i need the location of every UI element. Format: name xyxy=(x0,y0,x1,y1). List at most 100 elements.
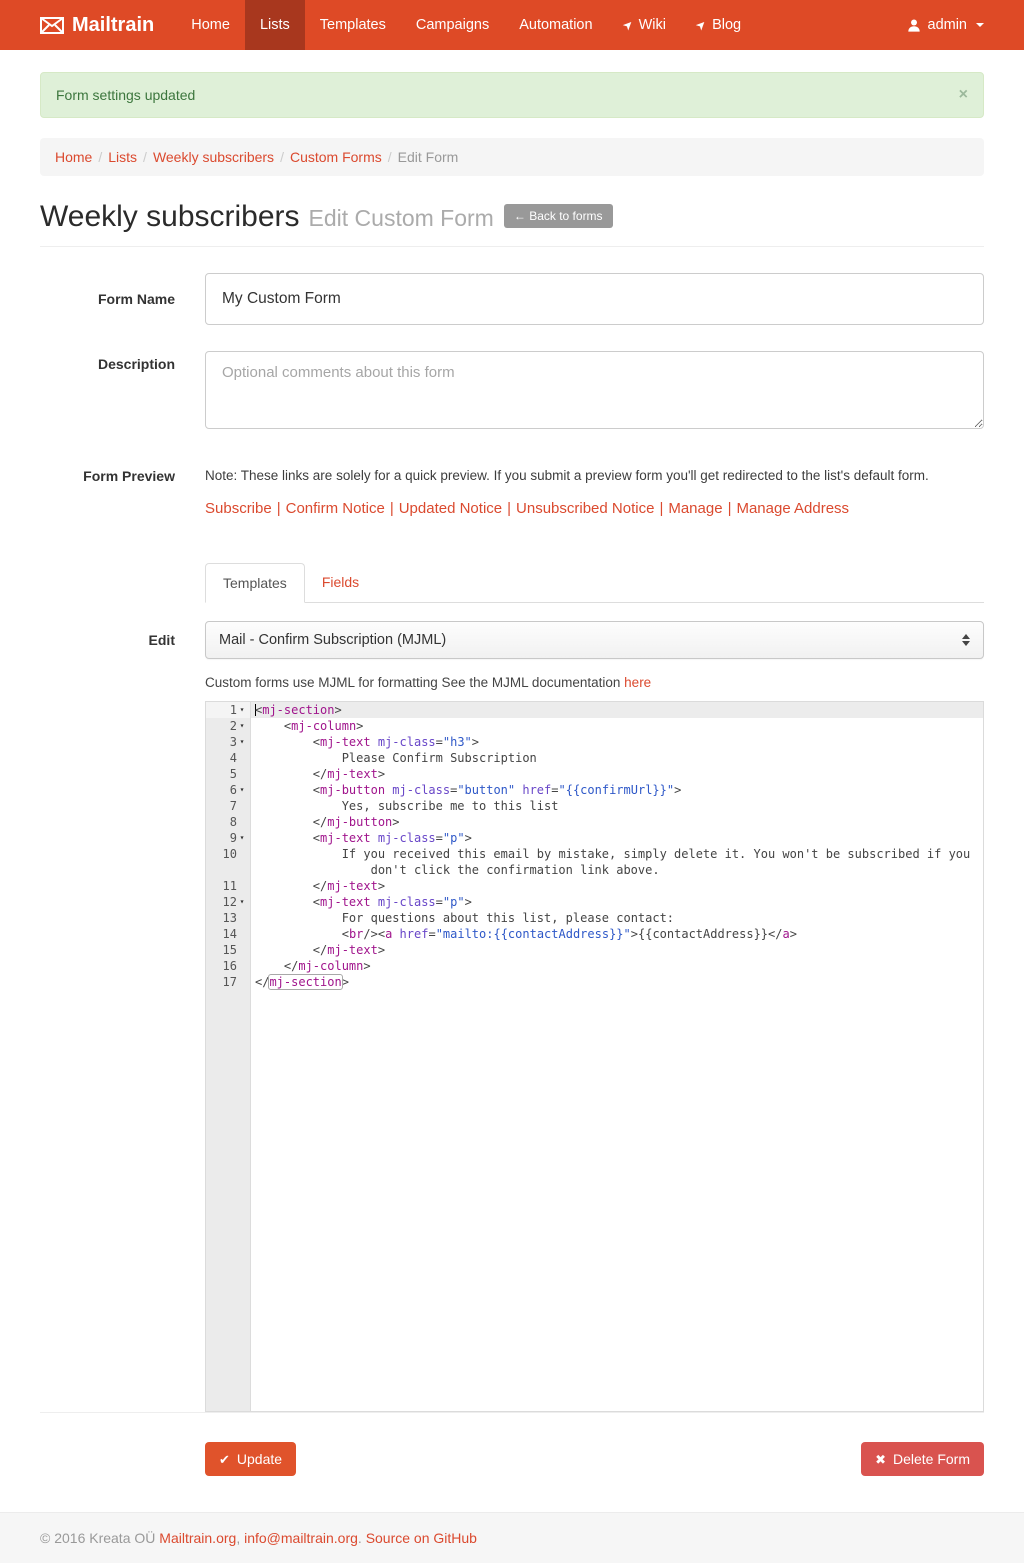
fold-arrow-icon[interactable]: ▾ xyxy=(237,702,247,718)
description-textarea[interactable] xyxy=(205,351,984,429)
fold-arrow-icon[interactable]: ▾ xyxy=(237,718,247,734)
code-fill[interactable] xyxy=(251,990,983,1411)
fold-arrow-icon[interactable]: ▾ xyxy=(237,734,247,750)
envelope-icon xyxy=(40,17,64,34)
preview-link-updated-notice[interactable]: Updated Notice xyxy=(399,500,502,517)
code-cell[interactable]: </mj-section> xyxy=(251,974,983,990)
editor-empty-area[interactable] xyxy=(206,990,983,1411)
close-icon[interactable]: × xyxy=(959,87,968,103)
preview-link-separator: | xyxy=(385,500,399,517)
code-cell[interactable]: Yes, subscribe me to this list xyxy=(251,798,983,814)
editor-line-15[interactable]: 15</mj-text> xyxy=(206,942,983,958)
editor-line-2[interactable]: 2▾<mj-column> xyxy=(206,718,983,734)
form-name-label: Form Name xyxy=(40,291,175,307)
preview-links: Subscribe|Confirm Notice|Updated Notice|… xyxy=(205,500,984,517)
brand-logo[interactable]: Mailtrain xyxy=(40,14,154,37)
code-cell[interactable]: <mj-text mj-class="p"> xyxy=(251,894,983,910)
footer-text: , xyxy=(236,1530,244,1546)
line-number: 3 xyxy=(230,734,237,750)
footer-link-mailtrain-org[interactable]: Mailtrain.org xyxy=(159,1530,236,1546)
nav-item-campaigns[interactable]: Campaigns xyxy=(401,0,504,50)
fold-arrow-icon[interactable]: ▾ xyxy=(237,830,247,846)
code-cell[interactable]: Please Confirm Subscription xyxy=(251,750,983,766)
code-cell[interactable]: <br/><a href="mailto:{{contactAddress}}"… xyxy=(251,926,983,942)
mjml-docs-link[interactable]: here xyxy=(624,675,651,690)
template-select[interactable]: Mail - Confirm Subscription (MJML) xyxy=(205,621,984,659)
code-cell[interactable]: For questions about this list, please co… xyxy=(251,910,983,926)
back-arrow-icon: ← xyxy=(514,209,526,223)
nav-item-blog[interactable]: ➤Blog xyxy=(681,0,756,50)
editor-line-16[interactable]: 16 </mj-column> xyxy=(206,958,983,974)
code-cell[interactable]: </mj-text> xyxy=(251,766,983,782)
preview-link-manage-address[interactable]: Manage Address xyxy=(736,500,849,517)
editor-line-10[interactable]: 10 If you received this email by mistake,… xyxy=(206,846,983,878)
editor-line-5[interactable]: 5</mj-text> xyxy=(206,766,983,782)
page-title: Weekly subscribers xyxy=(40,200,300,233)
editor-line-14[interactable]: 14<br/><a href="mailto:{{contactAddress}… xyxy=(206,926,983,942)
nav-item-wiki[interactable]: ➤Wiki xyxy=(608,0,681,50)
code-cell[interactable]: <mj-text mj-class="h3"> xyxy=(251,734,983,750)
preview-link-unsubscribed-notice[interactable]: Unsubscribed Notice xyxy=(516,500,654,517)
breadcrumb-link-lists[interactable]: Lists xyxy=(108,149,137,165)
code-cell[interactable]: If you received this email by mistake, s… xyxy=(251,846,983,878)
preview-link-subscribe[interactable]: Subscribe xyxy=(205,500,272,517)
form-name-input[interactable] xyxy=(205,273,984,325)
back-to-forms-button[interactable]: ← Back to forms xyxy=(504,204,613,228)
nav-item-templates[interactable]: Templates xyxy=(305,0,401,50)
code-cell[interactable]: </mj-text> xyxy=(251,942,983,958)
fold-arrow-icon[interactable]: ▾ xyxy=(237,782,247,798)
footer-link-info-mailtrain-org[interactable]: info@mailtrain.org xyxy=(244,1530,358,1546)
gutter-cell: 14 xyxy=(206,926,251,942)
gutter-cell: 9▾ xyxy=(206,830,251,846)
user-menu[interactable]: admin xyxy=(907,17,985,33)
code-cell[interactable]: <mj-text mj-class="p"> xyxy=(251,830,983,846)
preview-link-separator: | xyxy=(654,500,668,517)
template-select-value: Mail - Confirm Subscription (MJML) xyxy=(219,632,446,648)
nav-item-home[interactable]: Home xyxy=(176,0,245,50)
code-cell[interactable]: </mj-button> xyxy=(251,814,983,830)
breadcrumb-link-custom-forms[interactable]: Custom Forms xyxy=(290,149,382,165)
editor-line-11[interactable]: 11</mj-text> xyxy=(206,878,983,894)
editor-line-9[interactable]: 9▾<mj-text mj-class="p"> xyxy=(206,830,983,846)
update-button-label: Update xyxy=(237,1451,282,1467)
line-number: 12 xyxy=(223,894,237,910)
alert-message: Form settings updated xyxy=(56,87,195,103)
editor-line-1[interactable]: 1▾<mj-section> xyxy=(206,702,983,718)
line-number: 16 xyxy=(223,958,237,974)
code-cell[interactable]: <mj-column> xyxy=(251,718,983,734)
editor-line-13[interactable]: 13For questions about this list, please … xyxy=(206,910,983,926)
footer-link-source-on-github[interactable]: Source on GitHub xyxy=(366,1530,477,1546)
editor-line-17[interactable]: 17</mj-section> xyxy=(206,974,983,990)
line-number: 8 xyxy=(230,814,237,830)
update-button[interactable]: ✔ Update xyxy=(205,1442,296,1476)
delete-form-button[interactable]: ✖ Delete Form xyxy=(861,1442,984,1476)
nav-item-automation[interactable]: Automation xyxy=(504,0,607,50)
breadcrumb-link-home[interactable]: Home xyxy=(55,149,92,165)
mjml-code-editor[interactable]: 1▾<mj-section>2▾<mj-column>3▾<mj-text mj… xyxy=(205,701,984,1412)
nav-item-label: Wiki xyxy=(639,0,666,50)
edit-row: Edit Mail - Confirm Subscription (MJML) xyxy=(40,621,984,659)
preview-link-separator: | xyxy=(272,500,286,517)
code-cell[interactable]: <mj-button mj-class="button" href="{{con… xyxy=(251,782,983,798)
tab-templates[interactable]: Templates xyxy=(205,563,305,603)
breadcrumb-separator: / xyxy=(274,149,290,165)
nav-item-lists[interactable]: Lists xyxy=(245,0,305,50)
editor-line-8[interactable]: 8 </mj-button> xyxy=(206,814,983,830)
code-cell[interactable]: </mj-text> xyxy=(251,878,983,894)
editor-line-12[interactable]: 12▾<mj-text mj-class="p"> xyxy=(206,894,983,910)
tab-fields[interactable]: Fields xyxy=(305,563,376,603)
preview-link-confirm-notice[interactable]: Confirm Notice xyxy=(286,500,385,517)
line-number: 10 xyxy=(223,846,237,862)
breadcrumb-separator: / xyxy=(382,149,398,165)
breadcrumb-link-weekly-subscribers[interactable]: Weekly subscribers xyxy=(153,149,274,165)
editor-line-7[interactable]: 7Yes, subscribe me to this list xyxy=(206,798,983,814)
gutter-cell: 3▾ xyxy=(206,734,251,750)
description-label: Description xyxy=(40,351,175,434)
code-cell[interactable]: </mj-column> xyxy=(251,958,983,974)
preview-link-manage[interactable]: Manage xyxy=(668,500,722,517)
code-cell[interactable]: <mj-section> xyxy=(251,702,983,718)
fold-arrow-icon[interactable]: ▾ xyxy=(237,894,247,910)
editor-line-4[interactable]: 4Please Confirm Subscription xyxy=(206,750,983,766)
editor-line-3[interactable]: 3▾<mj-text mj-class="h3"> xyxy=(206,734,983,750)
editor-line-6[interactable]: 6▾<mj-button mj-class="button" href="{{c… xyxy=(206,782,983,798)
